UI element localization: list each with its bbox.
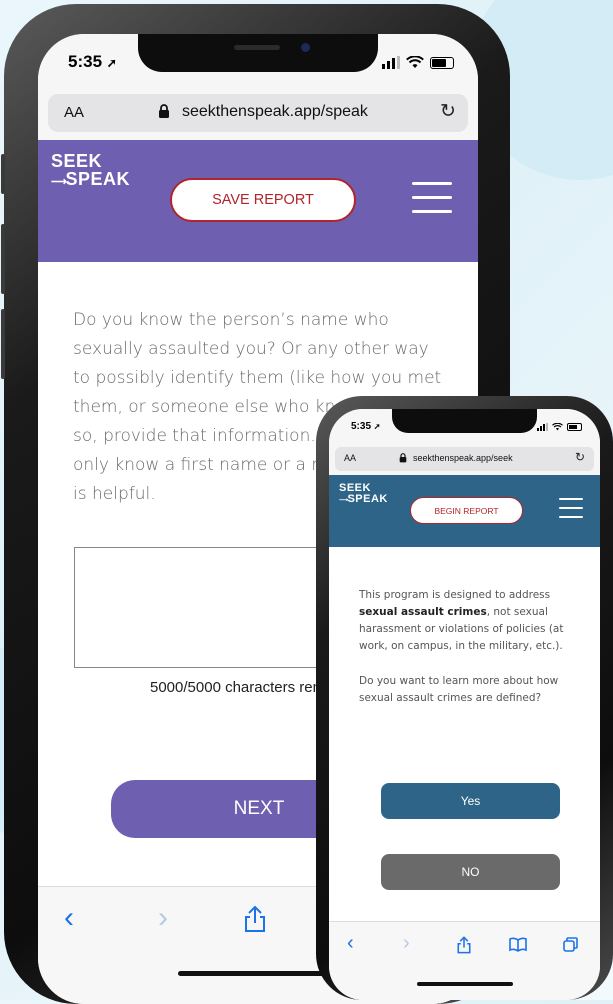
small-browser-toolbar: ‹ › <box>329 921 600 1000</box>
forward-icon[interactable]: › <box>158 901 168 935</box>
small-phone-frame: 5:35 ➚ AA seekthenspeak.app/seek ↻ SEEK … <box>316 396 613 1000</box>
phone-side-button <box>1 154 5 194</box>
site-header: SEEK ⟶SPEAK SAVE REPORT <box>38 140 478 262</box>
hamburger-menu-icon[interactable] <box>412 182 452 213</box>
small-home-indicator <box>417 982 513 986</box>
small-status-icons <box>537 423 582 431</box>
small-seek-speak-logo[interactable]: SEEK ⟶SPEAK <box>339 483 388 505</box>
small-battery-icon <box>567 423 582 431</box>
yes-button[interactable]: Yes <box>381 783 560 819</box>
phone-side-button <box>1 309 5 379</box>
url-text: seekthenspeak.app/speak <box>182 103 368 120</box>
share-icon[interactable] <box>244 905 266 933</box>
back-icon[interactable]: ‹ <box>64 901 74 935</box>
seek-speak-logo[interactable]: SEEK ⟶SPEAK <box>51 152 130 188</box>
reader-aa-button[interactable]: AA <box>64 104 84 121</box>
home-indicator <box>178 971 338 976</box>
address-bar: AA seekthenspeak.app/speak ↻ <box>38 92 478 140</box>
reload-icon[interactable]: ↻ <box>440 100 456 123</box>
small-reader-aa-button[interactable]: AA <box>344 453 356 463</box>
logo-arrow-icon: ⟶ <box>51 176 67 188</box>
small-location-icon: ➚ <box>373 422 381 431</box>
intro-bold-text: sexual assault crimes <box>359 606 487 618</box>
signal-icon <box>382 56 400 69</box>
logo-line-1: SEEK <box>51 151 103 171</box>
small-question-text: Do you want to learn more about how sexu… <box>359 675 559 704</box>
location-icon: ➚ <box>106 56 117 70</box>
small-hamburger-menu-icon[interactable] <box>559 498 583 518</box>
small-address-bar: AA seekthenspeak.app/seek ↻ <box>329 445 600 475</box>
speaker-grille <box>234 45 280 50</box>
lock-icon <box>159 104 169 118</box>
small-wifi-icon <box>552 423 563 431</box>
intro-text: This program is designed to address <box>359 589 551 601</box>
status-icons <box>382 56 454 69</box>
small-site-header: SEEK ⟶SPEAK BEGIN REPORT <box>329 475 600 547</box>
phone-side-button <box>1 224 5 294</box>
status-time-text: 5:35 <box>68 52 103 71</box>
program-description: This program is designed to address sexu… <box>359 587 581 655</box>
small-status-time: 5:35 ➚ <box>351 421 381 432</box>
no-button[interactable]: NO <box>381 854 560 890</box>
status-time: 5:35 ➚ <box>68 52 117 72</box>
small-bookmarks-icon[interactable] <box>509 937 527 952</box>
small-share-icon[interactable] <box>457 936 471 954</box>
small-logo-line-2: SPEAK <box>347 493 388 505</box>
logo-line-2: SPEAK <box>65 169 130 189</box>
small-back-icon[interactable]: ‹ <box>347 932 354 955</box>
small-status-time-text: 5:35 <box>351 421 372 432</box>
phone-notch <box>138 34 378 72</box>
wifi-icon <box>406 56 424 68</box>
small-url-field[interactable]: AA seekthenspeak.app/seek ↻ <box>335 447 594 471</box>
url-field[interactable]: AA seekthenspeak.app/speak ↻ <box>48 94 468 132</box>
small-url-text: seekthenspeak.app/seek <box>413 453 513 463</box>
small-phone-notch <box>392 409 537 433</box>
battery-icon <box>430 57 454 69</box>
front-camera <box>301 43 310 52</box>
small-lock-icon <box>399 453 407 463</box>
small-tabs-icon[interactable] <box>563 937 578 952</box>
begin-report-button[interactable]: BEGIN REPORT <box>410 497 523 524</box>
small-reload-icon[interactable]: ↻ <box>575 450 585 464</box>
small-phone-screen: 5:35 ➚ AA seekthenspeak.app/seek ↻ SEEK … <box>329 409 600 1000</box>
small-forward-icon[interactable]: › <box>403 932 410 955</box>
save-report-button[interactable]: SAVE REPORT <box>170 178 356 222</box>
small-signal-icon <box>537 423 548 431</box>
